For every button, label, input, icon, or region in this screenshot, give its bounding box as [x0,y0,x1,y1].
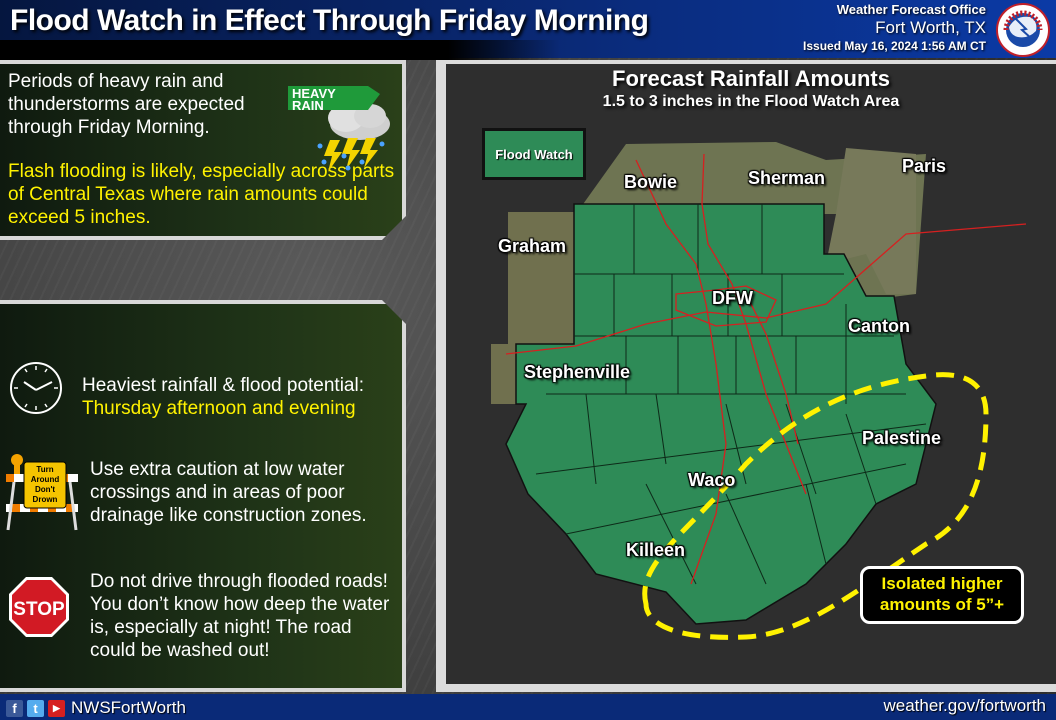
city-label-bowie: Bowie [624,172,678,192]
page-title: Flood Watch in Effect Through Friday Mor… [10,4,649,37]
social-handle[interactable]: NWSFortWorth [71,698,186,718]
clock-icon [8,360,64,416]
heaviest-rainfall-label: Heaviest rainfall & flood potential: [82,375,364,396]
map-subtitle: 1.5 to 3 inches in the Flood Watch Area [602,93,900,110]
issued-timestamp: Issued May 16, 2024 1:56 AM CT [803,39,986,53]
office-label: Weather Forecast Office [836,2,986,17]
heavy-rain-badge: HEAVY RAIN [292,88,336,112]
footer-bar: f t ▶ NWSFortWorth weather.gov/fortworth [0,694,1056,720]
flood-watch-legend: Flood Watch [482,128,586,180]
svg-text:Turn: Turn [36,465,53,474]
city-label-canton: Canton [848,316,910,336]
city-label-palestine: Palestine [862,428,942,448]
office-location: Fort Worth, TX [875,18,986,37]
map-panel: Forecast Rainfall Amounts 1.5 to 3 inche… [436,60,1056,692]
map-title: Forecast Rainfall Amounts [612,66,890,91]
stop-sign-icon: STOP [8,576,70,638]
map-title-block: Forecast Rainfall Amounts 1.5 to 3 inche… [446,66,1056,112]
summary-panel: Periods of heavy rain and thunderstorms … [0,60,406,240]
heaviest-rainfall-timing: Thursday afternoon and evening [82,398,356,419]
svg-text:Drown: Drown [33,495,58,504]
office-info: Weather Forecast Office Fort Worth, TX I… [803,2,986,54]
turn-around-dont-drown-barricade-icon: Turn Around Don't Drown [4,452,80,532]
do-not-drive-text: Do not drive through flooded roads! You … [90,571,390,661]
city-label-sherman: Sherman [748,168,826,188]
nws-logo-icon [996,3,1050,57]
low-water-crossing-text: Use extra caution at low water crossings… [90,459,367,526]
heaviest-rainfall-item: Heaviest rainfall & flood potential: Thu… [82,374,402,420]
city-label-paris: Paris [902,156,947,176]
city-label-graham: Graham [498,236,567,256]
city-label-killeen: Killeen [626,540,686,560]
svg-text:Don't: Don't [35,485,55,494]
website-link[interactable]: weather.gov/fortworth [883,696,1046,716]
badge-line-2: RAIN [292,98,324,113]
facebook-icon[interactable]: f [6,699,23,717]
svg-text:Around: Around [31,475,60,484]
youtube-icon[interactable]: ▶ [48,699,65,717]
city-label-stephenville: Stephenville [524,362,631,382]
summary-text: Periods of heavy rain and thunderstorms … [8,71,245,138]
twitter-icon[interactable]: t [27,699,44,717]
safety-panel: Heaviest rainfall & flood potential: Thu… [0,300,406,692]
social-links: f t ▶ NWSFortWorth [6,698,186,718]
header-shadow [0,40,560,60]
city-label-waco: Waco [688,470,736,490]
city-label-dfw: DFW [712,288,753,308]
rainfall-map: Forecast Rainfall Amounts 1.5 to 3 inche… [446,64,1056,684]
higher-amounts-callout: Isolated higher amounts of 5”+ [860,566,1024,624]
stop-sign-text: STOP [13,599,65,620]
